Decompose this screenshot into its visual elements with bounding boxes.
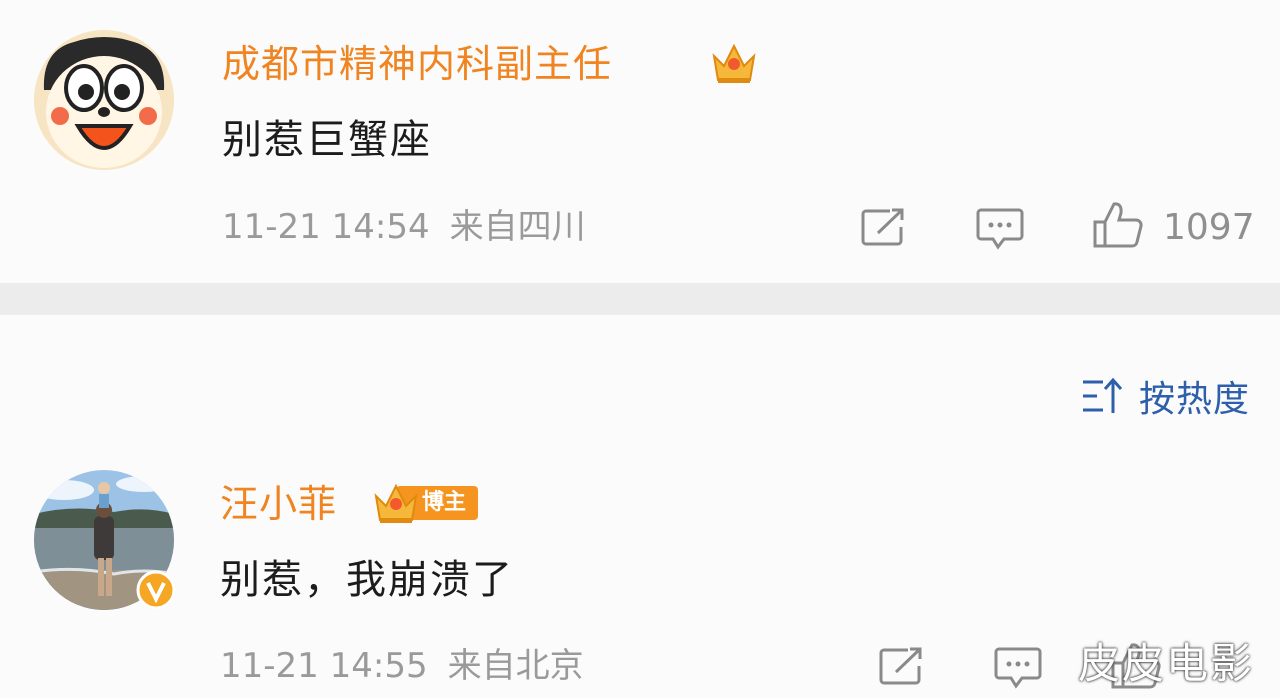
verified-v-icon [136,570,176,610]
comment-text: 别惹，我崩溃了 [220,557,514,603]
share-icon[interactable] [878,646,924,686]
timestamp: 11-21 14:54 [222,207,430,247]
location: 来自四川 [449,207,586,247]
share-icon[interactable] [860,207,906,247]
username[interactable]: 汪小菲 [220,485,337,523]
blogger-badge: 博主 [372,480,479,526]
comment-meta: 11-21 14:55 来自北京 [220,649,584,683]
like-icon[interactable] [1092,200,1144,250]
username[interactable]: 成都市精神内科副主任 [222,45,612,83]
comment-icon[interactable] [994,645,1042,689]
avatar[interactable] [34,30,174,170]
sort-label: 按热度 [1138,379,1250,420]
sort-by-hot-button[interactable]: 按热度 [1081,370,1250,422]
comment-meta: 11-21 14:54 来自四川 [222,210,586,244]
crown-icon [712,43,756,83]
sort-bar: 按热度 [0,315,1280,455]
cartoon-face-icon [34,30,174,170]
comment-text: 别惹巨蟹座 [222,117,432,163]
like-count: 1097 [1163,207,1255,248]
sort-icon [1082,377,1123,413]
location: 来自北京 [447,646,584,686]
comment-icon[interactable] [976,206,1024,250]
watermark: 皮皮电影 [1077,639,1254,688]
timestamp: 11-21 14:55 [220,646,428,686]
section-divider [0,283,1280,315]
crown-icon [374,483,418,523]
comment-item: 成都市精神内科副主任 别惹巨蟹座 11-21 14:54 来自四川 1097 [0,0,1280,283]
